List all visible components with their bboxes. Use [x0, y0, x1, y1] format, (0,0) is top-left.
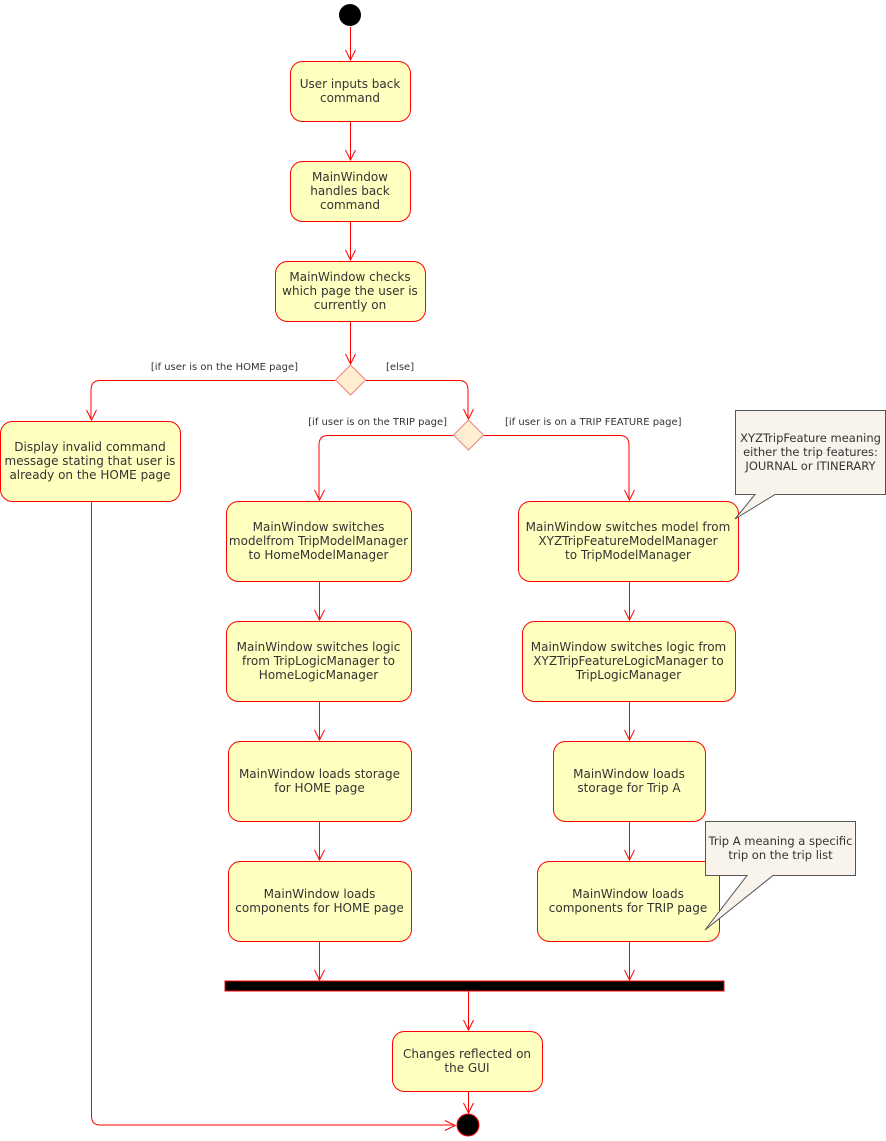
- control-flow-edge: [484, 435, 630, 500]
- label-line: from TripLogicManager to: [242, 654, 395, 668]
- join-bar: [224, 980, 725, 992]
- label-line: trip on the trip list: [728, 848, 833, 862]
- label-line: to TripModelManager: [565, 548, 691, 562]
- guard-label-feature: [if user is on a TRIP FEATURE page]: [505, 417, 682, 428]
- label-line: Trip A meaning a specific: [708, 834, 853, 848]
- label-line: MainWindow checks: [289, 270, 410, 284]
- label-line: MainWindow switches logic: [237, 640, 401, 654]
- label-text: MainWindow switches logic from TripLogicM…: [237, 640, 401, 682]
- label-line: JOURNAL or ITINERARY: [744, 459, 876, 473]
- initial-node: [339, 4, 361, 26]
- label-line: either the trip features:: [743, 445, 878, 459]
- control-flow-edge: [90, 380, 335, 420]
- label-text: XYZTripFeature meaning either the trip fe…: [740, 431, 881, 473]
- label-text: MainWindow loads storage for Trip A: [573, 767, 685, 795]
- label-line: MainWindow switches logic from: [531, 640, 727, 654]
- decision-home-or-else: [334, 364, 367, 396]
- label-line: MainWindow loads: [573, 767, 685, 781]
- control-flow-edge: [318, 435, 453, 500]
- guard-label-home: [if user is on the HOME page]: [151, 362, 298, 373]
- label-line: the GUI: [444, 1061, 489, 1075]
- label-line: handles back: [310, 184, 390, 198]
- label-line: XYZTripFeatureModelManager: [538, 534, 717, 548]
- label-line: MainWindow switches model from: [526, 520, 731, 534]
- activity-diagram-canvas: User inputs back commandMainWindow handles…: [0, 4, 886, 1137]
- label-line: TripLogicManager: [575, 668, 681, 682]
- label-line: HomeLogicManager: [259, 668, 378, 682]
- label-line: storage for Trip A: [577, 781, 681, 795]
- decision-trip-or-feature: [452, 419, 485, 451]
- label-line: command: [320, 91, 380, 105]
- label-text: Trip A meaning a specific trip on the tri…: [708, 834, 853, 862]
- activity-diagram: User inputs back command MainWindow handles…: [0, 0, 886, 1141]
- label-line: components for TRIP page: [549, 901, 708, 915]
- label-text: MainWindow loads components for TRIP page: [549, 887, 708, 915]
- label-line: Display invalid command: [14, 440, 165, 454]
- label-line: to HomeModelManager: [249, 548, 389, 562]
- label-line: MainWindow loads: [264, 887, 376, 901]
- label-line: MainWindow loads storage: [239, 767, 400, 781]
- label-line: already on the HOME page: [9, 468, 170, 482]
- label-line: command: [320, 198, 380, 212]
- label-line: XYZTripFeature meaning: [740, 431, 881, 445]
- label-line: MainWindow: [312, 170, 388, 184]
- label-line: currently on: [314, 298, 387, 312]
- label-line: XYZTripFeatureLogicManager to: [533, 654, 723, 668]
- label-line: MainWindow loads: [572, 887, 684, 901]
- label-line: User inputs back: [300, 77, 401, 91]
- label-text: Display invalid command message stating t…: [5, 440, 176, 482]
- label-line: MainWindow switches: [253, 520, 385, 534]
- label-line: modelfrom TripModelManager: [229, 534, 408, 548]
- label-line: message stating that user is: [5, 454, 176, 468]
- guard-label-else: [else]: [386, 362, 414, 373]
- label-line: for HOME page: [274, 781, 365, 795]
- label-line: which page the user is: [282, 284, 418, 298]
- label-line: Changes reflected on: [403, 1047, 531, 1061]
- guard-label-trip: [if user is on the TRIP page]: [308, 417, 447, 428]
- final-node: [456, 1113, 480, 1137]
- label-text: MainWindow handles back command: [310, 170, 390, 212]
- control-flow-edge: [366, 380, 469, 419]
- label-text: MainWindow switches modelfrom TripModelMa…: [229, 520, 408, 562]
- label-line: components for HOME page: [235, 901, 403, 915]
